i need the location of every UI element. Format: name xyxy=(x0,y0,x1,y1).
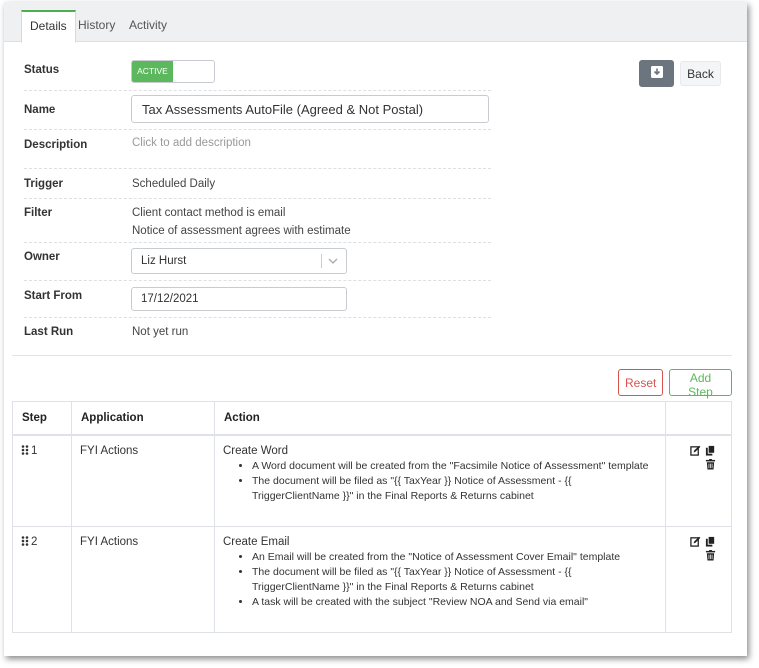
name-input[interactable] xyxy=(131,95,489,123)
step-cell[interactable]: 1 xyxy=(12,434,72,527)
automation-window: Details History Activity Status ACTIVE N… xyxy=(4,2,747,656)
action-detail-item: An Email will be created from the "Notic… xyxy=(252,550,657,565)
tab-history[interactable]: History xyxy=(70,10,123,41)
application-cell: FYI Actions xyxy=(71,434,215,527)
application-cell: FYI Actions xyxy=(71,526,215,633)
column-header-application: Application xyxy=(71,401,215,436)
back-button[interactable]: Back xyxy=(680,61,721,86)
start-from-input[interactable] xyxy=(131,287,347,311)
copy-icon[interactable] xyxy=(705,445,716,456)
table-row: 1 FYI Actions Create Word A Word documen… xyxy=(12,434,732,527)
divider xyxy=(24,168,491,169)
filter-value-2: Notice of assessment agrees with estimat… xyxy=(132,225,351,237)
archive-button[interactable] xyxy=(639,60,674,87)
last-run-value: Not yet run xyxy=(132,326,189,338)
action-title: Create Email xyxy=(223,536,290,548)
description-label: Description xyxy=(24,139,88,151)
tab-bar: Details History Activity xyxy=(4,2,747,43)
owner-select[interactable]: Liz Hurst xyxy=(131,248,347,274)
delete-icon[interactable] xyxy=(705,459,716,470)
divider xyxy=(24,129,491,130)
action-detail-item: The document will be filed as "{{ TaxYea… xyxy=(252,565,657,595)
action-detail-item: A task will be created with the subject … xyxy=(252,595,657,610)
owner-selected-value: Liz Hurst xyxy=(141,255,187,267)
trigger-value: Scheduled Daily xyxy=(132,178,216,190)
steps-table: Step Application Action 1 FYI Actions Cr… xyxy=(12,401,732,633)
filter-label: Filter xyxy=(24,207,53,219)
drag-handle-icon[interactable] xyxy=(21,445,29,455)
reset-button[interactable]: Reset xyxy=(618,369,663,396)
status-label: Status xyxy=(24,64,60,76)
delete-icon[interactable] xyxy=(705,550,716,561)
select-separator xyxy=(321,254,322,268)
action-details: An Email will be created from the "Notic… xyxy=(223,550,657,610)
tab-details[interactable]: Details xyxy=(21,10,76,43)
step-number: 2 xyxy=(31,536,38,548)
add-step-button[interactable]: Add Step xyxy=(669,369,732,399)
row-tools xyxy=(665,434,732,527)
status-toggle[interactable]: ACTIVE xyxy=(131,60,215,83)
chevron-down-icon[interactable] xyxy=(327,255,339,267)
table-row: 2 FYI Actions Create Email An Email will… xyxy=(12,526,732,633)
divider xyxy=(24,280,491,281)
column-header-tools xyxy=(665,401,732,436)
table-header-row: Step Application Action xyxy=(12,401,732,436)
owner-label: Owner xyxy=(24,251,60,263)
step-cell[interactable]: 2 xyxy=(12,526,72,633)
last-run-label: Last Run xyxy=(24,326,74,338)
copy-icon[interactable] xyxy=(705,536,716,547)
action-details: A Word document will be created from the… xyxy=(223,459,657,504)
edit-icon[interactable] xyxy=(690,445,701,456)
divider xyxy=(24,242,491,243)
trigger-label: Trigger xyxy=(24,178,63,190)
action-detail-item: A Word document will be created from the… xyxy=(252,459,657,474)
column-header-action: Action xyxy=(214,401,666,436)
divider xyxy=(24,198,491,199)
tab-activity[interactable]: Activity xyxy=(121,10,175,41)
step-number: 1 xyxy=(31,445,38,457)
start-from-label: Start From xyxy=(24,290,83,302)
row-tools xyxy=(665,526,732,633)
action-cell: Create Email An Email will be created fr… xyxy=(214,526,666,633)
column-header-step: Step xyxy=(12,401,72,436)
section-divider xyxy=(12,355,732,356)
divider xyxy=(24,317,491,318)
description-placeholder[interactable]: Click to add description xyxy=(132,137,251,149)
edit-icon[interactable] xyxy=(690,536,701,547)
action-detail-item: The document will be filed as "{{ TaxYea… xyxy=(252,474,657,504)
archive-icon xyxy=(650,66,663,78)
drag-handle-icon[interactable] xyxy=(21,536,29,546)
action-cell: Create Word A Word document will be crea… xyxy=(214,434,666,527)
name-label: Name xyxy=(24,104,56,116)
action-title: Create Word xyxy=(223,445,288,457)
status-toggle-active: ACTIVE xyxy=(132,61,173,82)
filter-value-1: Client contact method is email xyxy=(132,207,286,219)
divider xyxy=(24,90,491,91)
